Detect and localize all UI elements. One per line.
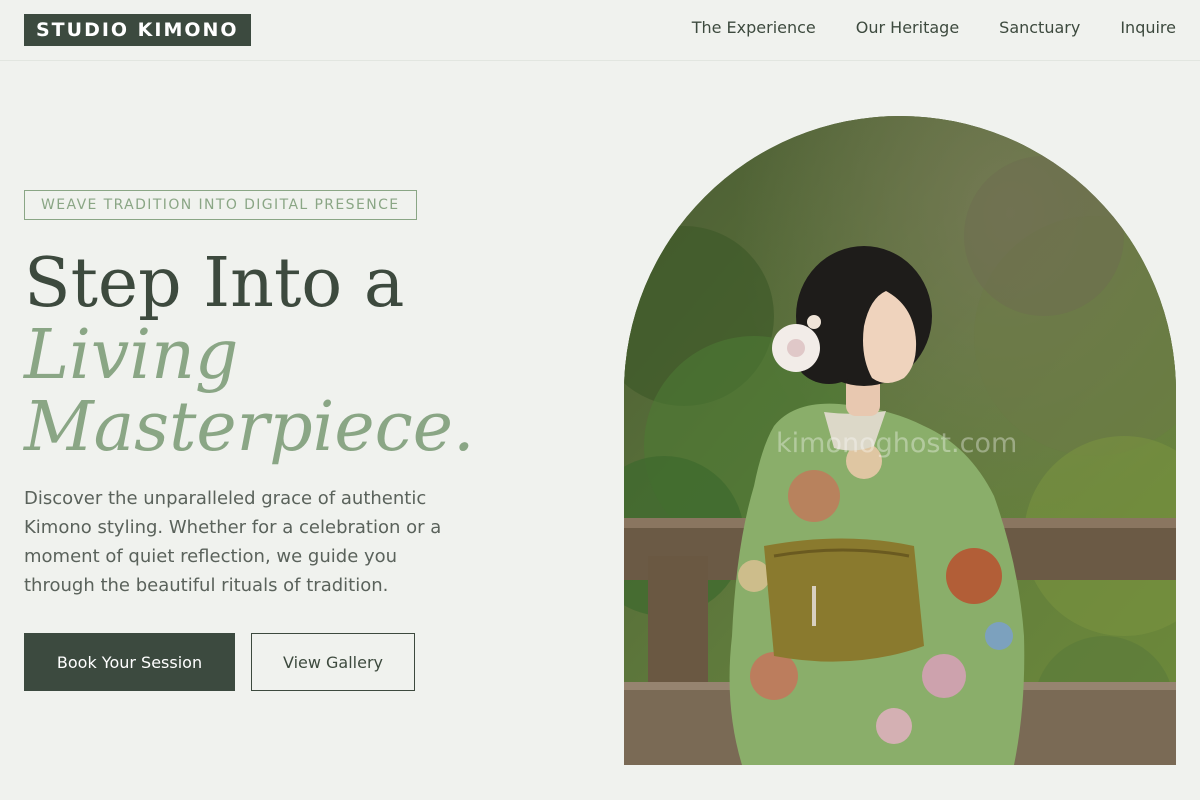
nav-item-inquire[interactable]: Inquire [1120,18,1176,38]
book-session-button[interactable]: Book Your Session [24,633,235,691]
main-nav: The Experience Our Heritage Sanctuary In… [692,18,1176,38]
nav-item-sanctuary[interactable]: Sanctuary [999,18,1080,38]
headline-line-2: Living [24,316,239,395]
hero-headline: Step Into a Living Masterpiece. [24,248,584,464]
site-header: STUDIO KIMONO The Experience Our Heritag… [0,0,1200,61]
hero-tagline-badge: WEAVE TRADITION INTO DIGITAL PRESENCE [24,190,417,220]
kimono-photo-illustration: kimonoghost.com [624,116,1176,765]
view-gallery-button[interactable]: View Gallery [251,633,415,691]
headline-line-1: Step Into a [24,244,405,323]
hero-description: Discover the unparalleled grace of authe… [24,488,442,596]
nav-item-experience[interactable]: The Experience [692,18,816,38]
brand-logo[interactable]: STUDIO KIMONO [24,14,251,46]
nav-item-heritage[interactable]: Our Heritage [856,18,959,38]
photo-watermark: kimonoghost.com [776,428,1017,459]
headline-line-3: Masterpiece. [24,388,475,467]
hero-kimono-photo: kimonoghost.com [624,116,1176,765]
